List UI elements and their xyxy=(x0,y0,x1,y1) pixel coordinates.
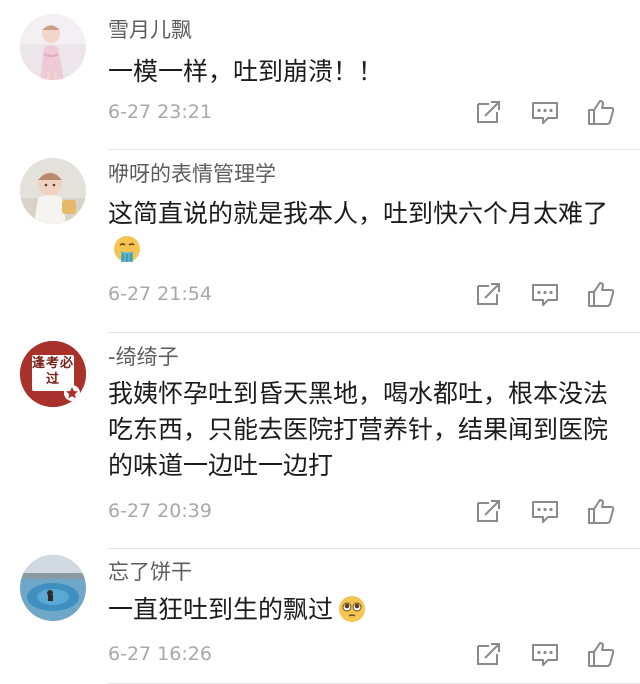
share-button[interactable] xyxy=(473,640,503,668)
thumbs-up-icon xyxy=(588,499,615,524)
reply-button[interactable] xyxy=(530,98,560,126)
avatar[interactable] xyxy=(20,555,86,621)
avatar[interactable] xyxy=(20,14,86,80)
comment-icon xyxy=(532,501,558,523)
comment-icon xyxy=(532,284,558,306)
thumbs-up-icon xyxy=(588,282,615,307)
avatar-badge-text: 逢考必过 xyxy=(32,356,75,387)
girl-baby-avatar-icon xyxy=(20,14,86,80)
username[interactable]: 雪月儿飘 xyxy=(108,16,192,44)
baby-avatar-icon xyxy=(20,158,86,224)
comment-text-body: 我姨怀孕吐到昏天黑地，喝水都吐，根本没法吃东西，只能去医院打营养针，结果闻到医院… xyxy=(108,379,609,480)
comment-text-body: 这简直说的就是我本人，吐到快六个月太难了 xyxy=(108,199,609,228)
reply-button[interactable] xyxy=(530,640,560,668)
timestamp: 6-27 16:26 xyxy=(108,643,212,665)
comment-icon xyxy=(532,102,558,124)
username[interactable]: 咿呀的表情管理学 xyxy=(108,160,276,188)
comment-item: 咿呀的表情管理学 这简直说的就是我本人，吐到快六个月太难了 6-27 21:54 xyxy=(0,150,640,333)
share-icon xyxy=(477,500,500,522)
username[interactable]: -绮绮子 xyxy=(108,343,179,371)
like-button[interactable] xyxy=(586,497,616,525)
pool-avatar-icon xyxy=(20,555,86,621)
comment-meta: 6-27 23:21 xyxy=(0,98,640,128)
comment-text: 这简直说的就是我本人，吐到快六个月太难了 xyxy=(108,196,618,268)
comment-feed: 雪月儿飘 一模一样，吐到崩溃！！ 6-27 23:21 咿呀的表情管理学 这简直… xyxy=(0,0,640,684)
share-icon xyxy=(477,101,500,123)
share-icon xyxy=(477,283,500,305)
avatar[interactable]: 逢考必过 xyxy=(20,341,86,407)
comment-text-body: 一直狂吐到生的飘过 xyxy=(108,595,334,624)
comment-item: 雪月儿飘 一模一样，吐到崩溃！！ 6-27 23:21 xyxy=(0,0,640,150)
vomiting-face-emoji-icon xyxy=(114,236,140,262)
thumbs-up-icon xyxy=(588,100,615,125)
comment-icon xyxy=(532,644,558,666)
share-button[interactable] xyxy=(473,98,503,126)
comment-meta: 6-27 16:26 xyxy=(0,640,640,670)
timestamp: 6-27 21:54 xyxy=(108,283,212,305)
timestamp: 6-27 23:21 xyxy=(108,101,212,123)
comment-meta: 6-27 20:39 xyxy=(0,497,640,527)
like-button[interactable] xyxy=(586,640,616,668)
share-button[interactable] xyxy=(473,497,503,525)
comment-text: 一模一样，吐到崩溃！！ xyxy=(108,54,618,90)
timestamp: 6-27 20:39 xyxy=(108,500,212,522)
like-button[interactable] xyxy=(586,98,616,126)
username[interactable]: 忘了饼干 xyxy=(108,558,192,586)
comment-item: 忘了饼干 一直狂吐到生的飘过 6-27 16:26 xyxy=(0,549,640,684)
reply-button[interactable] xyxy=(530,280,560,308)
comment-item: 逢考必过 -绮绮子 我姨怀孕吐到昏天黑地，喝水都吐，根本没法吃东西，只能去医院打… xyxy=(0,333,640,549)
like-button[interactable] xyxy=(586,280,616,308)
avatar[interactable] xyxy=(20,158,86,224)
share-icon xyxy=(477,643,500,665)
comment-text: 我姨怀孕吐到昏天黑地，喝水都吐，根本没法吃东西，只能去医院打营养针，结果闻到医院… xyxy=(108,376,618,484)
comment-meta: 6-27 21:54 xyxy=(0,280,640,310)
share-button[interactable] xyxy=(473,280,503,308)
thumbs-up-icon xyxy=(588,642,615,667)
comment-text: 一直狂吐到生的飘过 xyxy=(108,592,618,628)
comment-text-body: 一模一样，吐到崩溃！！ xyxy=(108,57,384,86)
pleading-face-emoji-icon xyxy=(339,596,366,622)
reply-button[interactable] xyxy=(530,497,560,525)
